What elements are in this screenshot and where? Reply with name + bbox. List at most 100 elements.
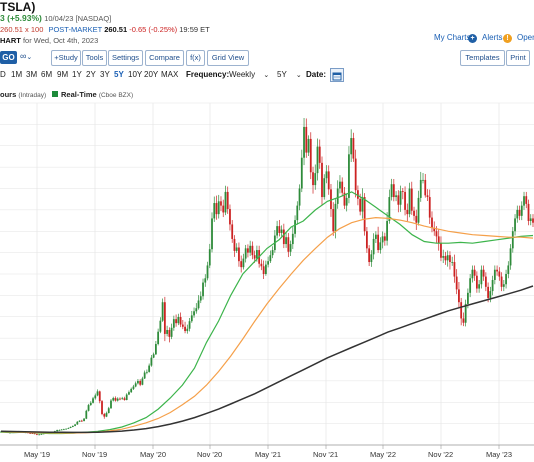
candle-body [125, 394, 128, 401]
study-button[interactable]: +Study [51, 50, 81, 66]
period-d[interactable]: D [0, 70, 6, 79]
candle-body [42, 433, 45, 435]
candle-body [509, 248, 512, 266]
candle-body [498, 271, 501, 277]
candle-body [47, 432, 50, 434]
info-icon[interactable]: ! [503, 34, 512, 43]
candle-body [312, 172, 314, 186]
candle-body [18, 431, 20, 433]
candle-body [15, 431, 18, 433]
candle-body [58, 430, 61, 431]
x-tick-label: Nov '21 [313, 450, 339, 459]
open-link[interactable]: Open [517, 33, 534, 42]
range-dropdown[interactable]: 5Y ⌄ [277, 70, 302, 79]
tools-button[interactable]: Tools [82, 50, 107, 66]
candle-body [60, 429, 63, 431]
candle-body [318, 146, 321, 163]
print-button[interactable]: Print [506, 50, 530, 66]
period-3y[interactable]: 3Y [100, 70, 110, 79]
candle-body [51, 432, 54, 433]
candle-body [325, 171, 328, 179]
period-3m[interactable]: 3M [26, 70, 37, 79]
candle-body [363, 197, 366, 232]
candle-body [431, 217, 433, 228]
grid-view-button[interactable]: Grid View [207, 50, 249, 66]
frequency-value: Weekly [229, 70, 256, 79]
candle-body [350, 138, 353, 155]
candle-body [424, 179, 427, 196]
function-button[interactable]: f(x) [186, 50, 205, 66]
candle-body [89, 402, 92, 406]
candle-body [511, 231, 514, 249]
candle-body [264, 264, 267, 274]
legend-realtime-swatch [52, 91, 58, 97]
period-max[interactable]: MAX [161, 70, 178, 79]
period-9m[interactable]: 9M [57, 70, 68, 79]
settings-button[interactable]: Settings [108, 50, 143, 66]
ma-mid-line [0, 216, 534, 434]
candle-body [143, 372, 146, 379]
candle-body [395, 195, 397, 198]
period-10y[interactable]: 10Y [128, 70, 142, 79]
candle-body [336, 188, 339, 204]
candle-body [518, 209, 521, 216]
frequency-dropdown[interactable]: Weekly ⌄ [229, 70, 269, 79]
candle-body [110, 400, 112, 409]
candle-body [496, 269, 498, 272]
period-5y[interactable]: 5Y [114, 70, 124, 79]
candle-body [206, 265, 209, 279]
candle-body [74, 424, 76, 426]
candle-body [502, 284, 505, 287]
period-20y[interactable]: 20Y [144, 70, 158, 79]
x-tick-label: May '23 [486, 450, 513, 459]
templates-button[interactable]: Templates [460, 50, 505, 66]
candle-body [330, 189, 332, 210]
candle-body [343, 192, 346, 206]
period-2y[interactable]: 2Y [86, 70, 96, 79]
candle-body [491, 279, 494, 292]
candle-body [449, 255, 451, 263]
candle-body [516, 209, 519, 219]
compare-button[interactable]: Compare [145, 50, 184, 66]
quote-time: 10/04/23 [NASDAQ] [44, 14, 112, 23]
candle-body [123, 398, 126, 401]
candle-body [437, 236, 440, 244]
candle-body [440, 243, 442, 258]
alerts-link[interactable]: Alerts [482, 33, 502, 42]
candle-body [172, 319, 175, 328]
post-market-label: POST-MARKET [48, 25, 103, 34]
period-1m[interactable]: 1M [11, 70, 22, 79]
plus-icon[interactable]: + [468, 34, 477, 43]
candle-body [401, 191, 404, 192]
candle-body [152, 354, 155, 358]
my-charts-label: My Charts [434, 33, 471, 42]
candle-body [193, 311, 195, 316]
candle-body [24, 432, 27, 434]
candle-body [114, 398, 117, 401]
candle-body [251, 245, 254, 256]
candle-body [242, 258, 245, 268]
go-button[interactable]: GO [0, 51, 17, 64]
period-1y[interactable]: 1Y [72, 70, 82, 79]
candle-body [119, 398, 121, 400]
candle-body [154, 344, 157, 355]
candle-body [464, 303, 467, 323]
candle-body [404, 191, 406, 210]
period-6m[interactable]: 6M [41, 70, 52, 79]
candle-body [462, 318, 465, 323]
candle-body [408, 188, 411, 215]
candle-body [321, 162, 323, 198]
my-charts-link[interactable]: My Charts [434, 33, 470, 42]
candle-body [2, 431, 5, 433]
bid-ask: 260.51 x 100 [0, 25, 44, 34]
x-tick-label: Nov '22 [428, 450, 454, 459]
symbol-settings-dropdown[interactable]: ∞⌄ [20, 51, 32, 61]
candle-body [132, 386, 135, 389]
candle-body [258, 250, 261, 264]
candle-body [69, 426, 72, 428]
candle-body [478, 284, 481, 289]
candle-body [92, 398, 94, 403]
calendar-icon[interactable] [330, 68, 344, 82]
legend-realtime-label: Real-Time [61, 90, 97, 99]
candle-body [386, 220, 388, 241]
